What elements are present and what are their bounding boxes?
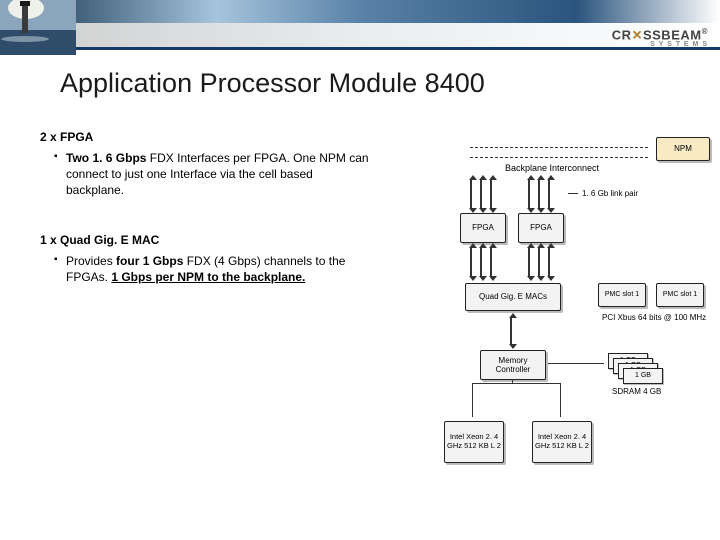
- logo-left: CR: [612, 27, 632, 42]
- arrow-icon: [548, 179, 550, 209]
- architecture-diagram: NPM Backplane Interconnect 1. 6 Gb link …: [380, 135, 710, 525]
- crossbeam-logo: CR✕SSBEAM® S Y S T E M S: [612, 27, 708, 48]
- arrow-icon: [528, 179, 530, 209]
- bullet-gige: Provides four 1 Gbps FDX (4 Gbps) channe…: [54, 253, 370, 285]
- arrow-icon: [470, 179, 472, 209]
- bullet-gige-underline: 1 Gbps per NPM to the backplane.: [111, 270, 305, 284]
- fpga-block-a: FPGA: [460, 213, 506, 243]
- gige-mac-block: Quad Gig. E MACs: [465, 283, 561, 311]
- arrow-icon: [538, 247, 540, 277]
- bullet-gige-bold: four 1 Gbps: [116, 254, 183, 268]
- bullet-fpga: Two 1. 6 Gbps FDX Interfaces per FPGA. O…: [54, 150, 370, 199]
- logo-subtitle: S Y S T E M S: [612, 41, 708, 48]
- memory-controller-block: Memory Controller: [480, 350, 546, 380]
- memctl-ram-line: [548, 363, 604, 364]
- bullet-fpga-bold: Two 1. 6 Gbps: [66, 151, 146, 165]
- npm-block: NPM: [656, 137, 710, 161]
- cpu-block-1: Intel Xeon 2. 4 GHz 512 KB L 2: [444, 421, 504, 463]
- lighthouse-image: [0, 0, 76, 55]
- sdram-label: SDRAM 4 GB: [612, 387, 661, 396]
- backplane-label: Backplane Interconnect: [505, 163, 599, 173]
- logo-bar: CR✕SSBEAM® S Y S T E M S: [0, 23, 720, 47]
- arrow-icon: [490, 179, 492, 209]
- arrow-icon: [510, 317, 512, 345]
- arrow-icon: [528, 247, 530, 277]
- section-heading-fpga: 2 x FPGA: [40, 130, 370, 144]
- dash-to-npm-2: [470, 157, 648, 158]
- text-content: 2 x FPGA Two 1. 6 Gbps FDX Interfaces pe…: [40, 130, 370, 295]
- dash-to-npm: [470, 147, 648, 148]
- link-pair-label: 1. 6 Gb link pair: [582, 189, 638, 198]
- section-heading-gige: 1 x Quad Gig. E MAC: [40, 233, 370, 247]
- logo-x-icon: ✕: [632, 27, 643, 42]
- cpu-block-2: Intel Xeon 2. 4 GHz 512 KB L 2: [532, 421, 592, 463]
- arrow-icon: [480, 247, 482, 277]
- fpga-block-b: FPGA: [518, 213, 564, 243]
- bus-line: [472, 383, 473, 417]
- arrow-icon: [490, 247, 492, 277]
- bus-line: [512, 379, 513, 383]
- pmc-slot-1: PMC slot 1: [598, 283, 646, 307]
- pci-bus-label: PCI Xbus 64 bits @ 100 MHz: [602, 313, 706, 322]
- link-pair-line: [568, 193, 578, 194]
- ram-module: 1 GB: [623, 368, 663, 384]
- arrow-icon: [538, 179, 540, 209]
- bus-line: [560, 383, 561, 417]
- pmc-slot-2: PMC slot 1: [656, 283, 704, 307]
- bus-line: [472, 383, 560, 384]
- header-bar: [0, 0, 720, 23]
- arrow-icon: [548, 247, 550, 277]
- bullet-gige-pre: Provides: [66, 254, 116, 268]
- page-title: Application Processor Module 8400: [60, 68, 485, 99]
- logo-right: SSBEAM: [643, 27, 702, 42]
- arrow-icon: [480, 179, 482, 209]
- arrow-icon: [470, 247, 472, 277]
